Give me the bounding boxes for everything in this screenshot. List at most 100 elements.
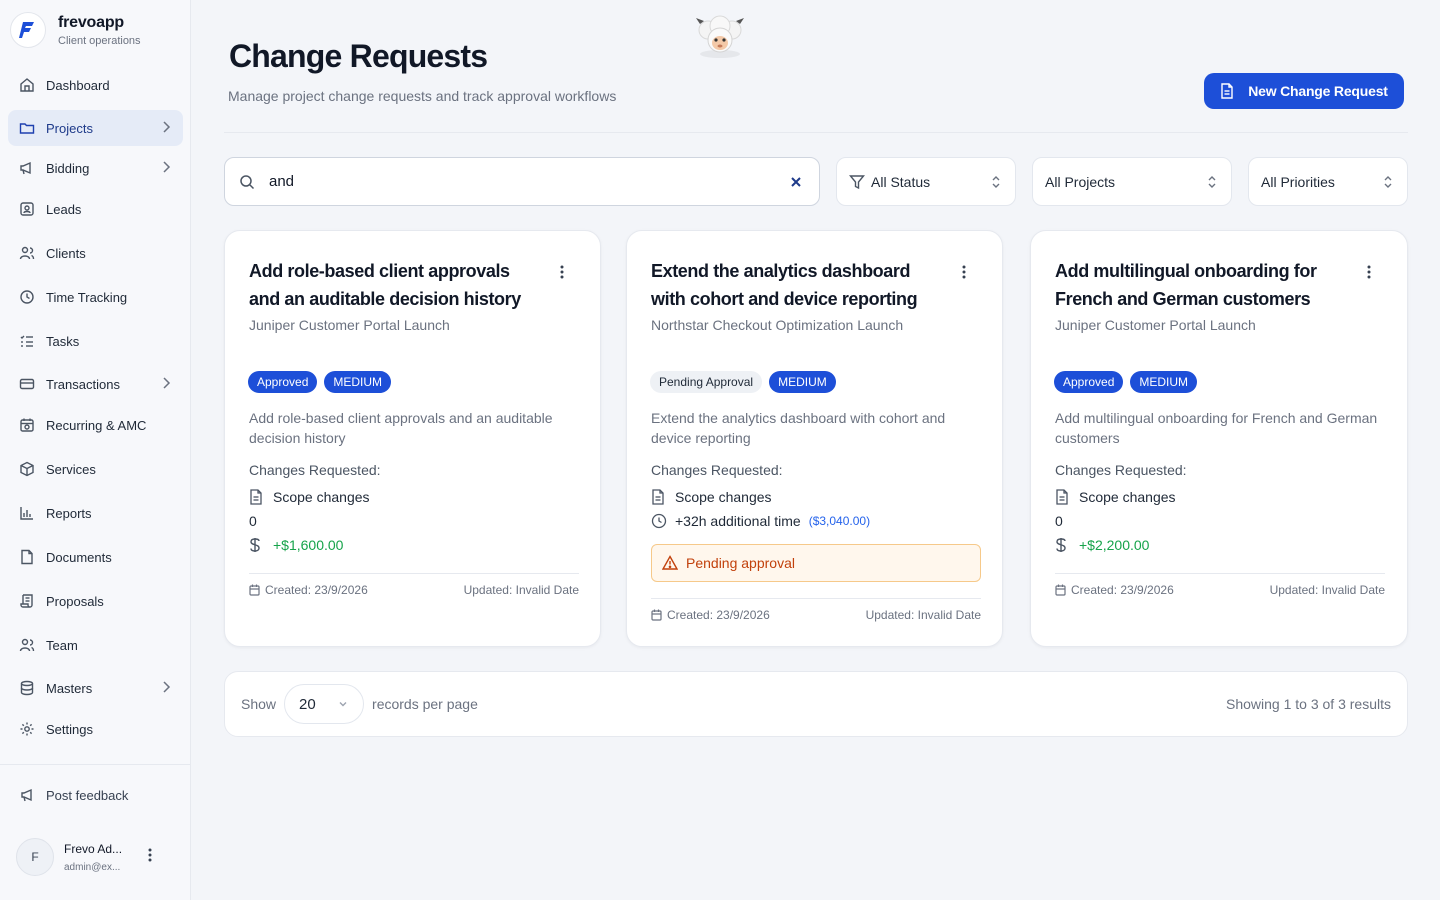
user-profile[interactable]: F Frevo Ad... admin@ex... [16, 838, 176, 876]
search-input[interactable] [269, 173, 749, 190]
priorities-filter[interactable]: All Priorities [1248, 157, 1408, 206]
card-project: Juniper Customer Portal Launch [1055, 317, 1256, 333]
sidebar-item-label: Team [46, 637, 78, 653]
sidebar-item-time-tracking[interactable]: Time Tracking [8, 279, 183, 315]
sidebar-item-label: Proposals [46, 593, 104, 609]
updated-date: Updated: Invalid Date [463, 583, 579, 597]
search-box[interactable] [224, 157, 820, 206]
more-vertical-icon[interactable] [962, 265, 966, 284]
sidebar-item-documents[interactable]: Documents [8, 539, 183, 575]
brand[interactable]: frevoapp Client operations [10, 12, 141, 48]
folder-icon [18, 119, 36, 137]
card-footer: Created: 23/9/2026 Updated: Invalid Date [1055, 583, 1385, 597]
sidebar-item-proposals[interactable]: Proposals [8, 583, 183, 619]
records-per-page-select[interactable]: 20 [284, 684, 365, 724]
more-vertical-icon[interactable] [148, 848, 152, 867]
scope-change-label: Scope changes [1079, 489, 1176, 505]
changes-requested-label: Changes Requested: [651, 462, 783, 478]
amount-row: +$2,200.00 [1055, 537, 1149, 553]
priority-badge: MEDIUM [769, 371, 836, 393]
change-request-card[interactable]: Add role-based client approvals and an a… [224, 230, 601, 647]
projects-filter[interactable]: All Projects [1032, 157, 1232, 206]
created-date: Created: 23/9/2026 [1071, 583, 1174, 597]
sidebar-item-services[interactable]: Services [8, 451, 183, 487]
show-label: Show [241, 696, 277, 712]
chevron-updown-icon [1207, 174, 1217, 193]
warning-icon [662, 555, 678, 571]
card-description: Add role-based client approvals and an a… [249, 410, 553, 446]
document-icon [651, 489, 667, 505]
sidebar-item-bidding[interactable]: Bidding [8, 150, 183, 186]
sidebar-item-tasks[interactable]: Tasks [8, 323, 183, 359]
users-icon [18, 244, 36, 262]
document-icon [249, 489, 265, 505]
card-footer: Created: 23/9/2026 Updated: Invalid Date [651, 608, 981, 622]
sidebar-item-label: Transactions [46, 376, 120, 392]
more-vertical-icon[interactable] [1367, 265, 1371, 284]
card-divider [1055, 573, 1385, 574]
time-cost-value: ($3,040.00) [808, 514, 871, 528]
per-page-value: 20 [299, 695, 316, 713]
page-subtitle: Manage project change requests and track… [228, 88, 617, 104]
priority-badge: MEDIUM [1130, 371, 1198, 393]
scope-change-label: Scope changes [675, 489, 772, 505]
sidebar-item-label: Services [46, 461, 96, 477]
megaphone-icon [18, 159, 36, 177]
clear-search-icon[interactable] [791, 174, 801, 190]
sidebar-item-transactions[interactable]: Transactions [8, 366, 183, 402]
card-description: Extend the analytics dashboard with coho… [651, 410, 946, 446]
sidebar-item-recurring-amc[interactable]: Recurring & AMC [8, 407, 183, 443]
scope-change-label: Scope changes [273, 489, 370, 505]
megaphone-icon [20, 787, 36, 803]
dollar-icon [249, 537, 265, 553]
sidebar-item-settings[interactable]: Settings [8, 711, 183, 747]
status-badge: Approved [1054, 371, 1124, 393]
sidebar-item-clients[interactable]: Clients [8, 235, 183, 271]
chevron-right-icon [161, 161, 171, 176]
sidebar-item-leads[interactable]: Leads [8, 191, 183, 227]
pagination-bar: Show 20 records per page Showing 1 to 3 … [224, 671, 1408, 737]
created-date: Created: 23/9/2026 [667, 608, 770, 622]
sidebar-divider [0, 764, 190, 765]
avatar: F [16, 838, 54, 876]
card-project: Northstar Checkout Optimization Launch [651, 317, 904, 333]
calendar-icon [651, 609, 662, 621]
post-feedback-button[interactable]: Post feedback [10, 777, 180, 813]
sidebar-item-label: Masters [46, 680, 93, 696]
home-icon [18, 76, 36, 94]
created-date: Created: 23/9/2026 [265, 583, 368, 597]
sidebar-item-team[interactable]: Team [8, 627, 183, 663]
sidebar-item-label: Settings [46, 721, 93, 737]
hours-row: 0 [249, 513, 257, 529]
new-change-request-label: New Change Request [1248, 83, 1388, 99]
sidebar-item-label: Leads [46, 201, 82, 217]
sidebar-item-masters[interactable]: Masters [8, 670, 183, 706]
search-icon [239, 174, 255, 190]
sidebar-item-projects[interactable]: Projects [8, 110, 183, 146]
document-icon [1220, 83, 1234, 99]
scope-change-row: Scope changes [651, 489, 772, 505]
more-vertical-icon[interactable] [560, 265, 564, 284]
sidebar: frevoapp Client operations Dashboard Pro… [0, 0, 191, 900]
additional-time-value: +32h additional time [675, 513, 801, 529]
new-change-request-button[interactable]: New Change Request [1204, 73, 1404, 109]
sidebar-item-label: Dashboard [46, 77, 110, 93]
sidebar-item-reports[interactable]: Reports [8, 495, 183, 531]
priority-badge: MEDIUM [324, 371, 392, 393]
status-badge: Approved [248, 371, 318, 393]
team-icon [18, 636, 36, 654]
amount-value: +$1,600.00 [273, 537, 344, 553]
change-request-card[interactable]: Add multilingual onboarding for French a… [1030, 230, 1408, 647]
records-per-page-label: records per page [372, 696, 478, 712]
filter-icon [849, 174, 865, 190]
sidebar-item-label: Reports [46, 505, 92, 521]
change-request-card[interactable]: Extend the analytics dashboard with coho… [626, 230, 1003, 647]
calendar-repeat-icon [18, 416, 36, 434]
card-title: Add multilingual onboarding for French a… [1055, 261, 1317, 309]
sidebar-item-dashboard[interactable]: Dashboard [8, 67, 183, 103]
card-title: Add role-based client approvals and an a… [249, 261, 521, 309]
chevron-right-icon [161, 377, 171, 392]
status-filter[interactable]: All Status [836, 157, 1016, 206]
chevron-updown-icon [991, 174, 1001, 193]
brand-name: frevoapp [58, 13, 124, 31]
